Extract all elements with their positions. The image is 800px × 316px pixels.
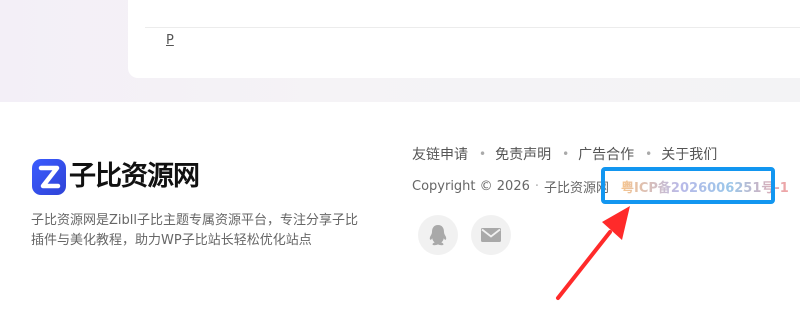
separator-dot: • [562,147,570,161]
separator-dot: • [645,147,653,161]
copyright-separator: · [534,179,540,194]
card-divider [145,27,800,28]
footer-link-friend-apply[interactable]: 友链申请 [412,144,468,164]
red-arrow-annotation [556,206,630,300]
footer-link-ads[interactable]: 广告合作 [578,144,634,164]
footer [0,102,800,316]
mail-button[interactable] [471,215,511,255]
site-description: 子比资源网是Zibll子比主题专属资源平台，专注分享子比插件与美化教程，助力WP… [31,213,358,248]
separator-dot: • [479,147,487,161]
content-card [128,0,800,78]
footer-link-about[interactable]: 关于我们 [661,144,717,164]
copyright-text: Copyright © 2026 [412,179,530,194]
card-link[interactable]: P [166,33,174,48]
footer-links: 友链申请 • 免责声明 • 广告合作 • 关于我们 [412,144,717,164]
mail-icon [481,228,501,242]
logo-text: 子比资源网 [69,161,200,192]
qq-button[interactable] [418,215,458,255]
logo-mark-icon [32,159,66,195]
footer-link-disclaimer[interactable]: 免责声明 [495,144,551,164]
highlight-box [601,167,775,204]
copyright-site-link[interactable]: 子比资源网 [544,177,609,196]
site-logo[interactable]: 子比资源网 [32,157,200,197]
qq-icon [429,225,447,246]
